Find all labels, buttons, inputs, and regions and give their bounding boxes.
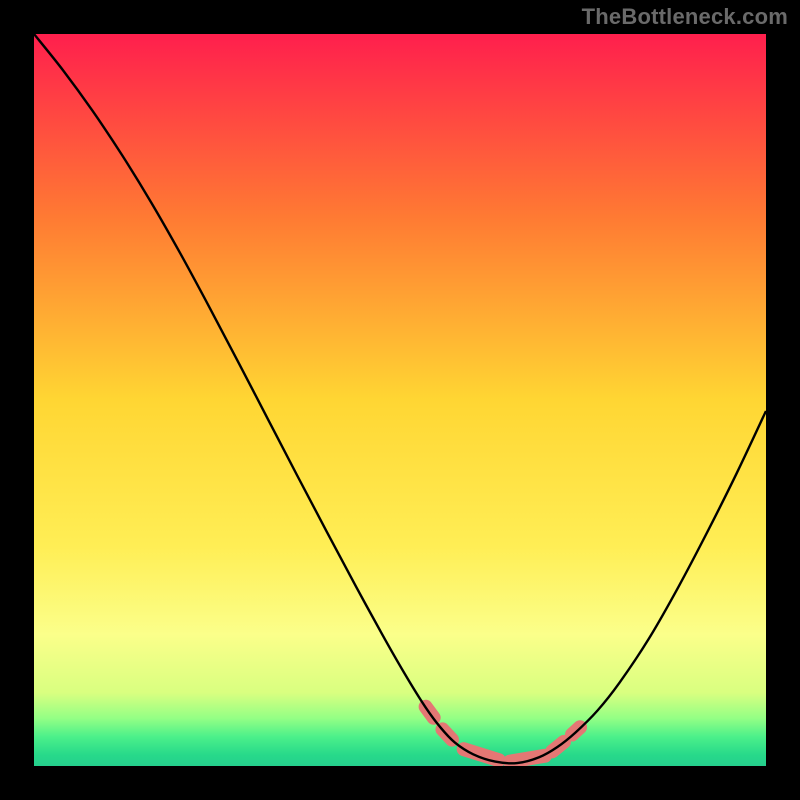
chart-svg xyxy=(0,0,800,800)
plot-background xyxy=(34,34,766,766)
chart-frame: { "watermark": "TheBottleneck.com", "cha… xyxy=(0,0,800,800)
watermark-text: TheBottleneck.com xyxy=(582,4,788,30)
